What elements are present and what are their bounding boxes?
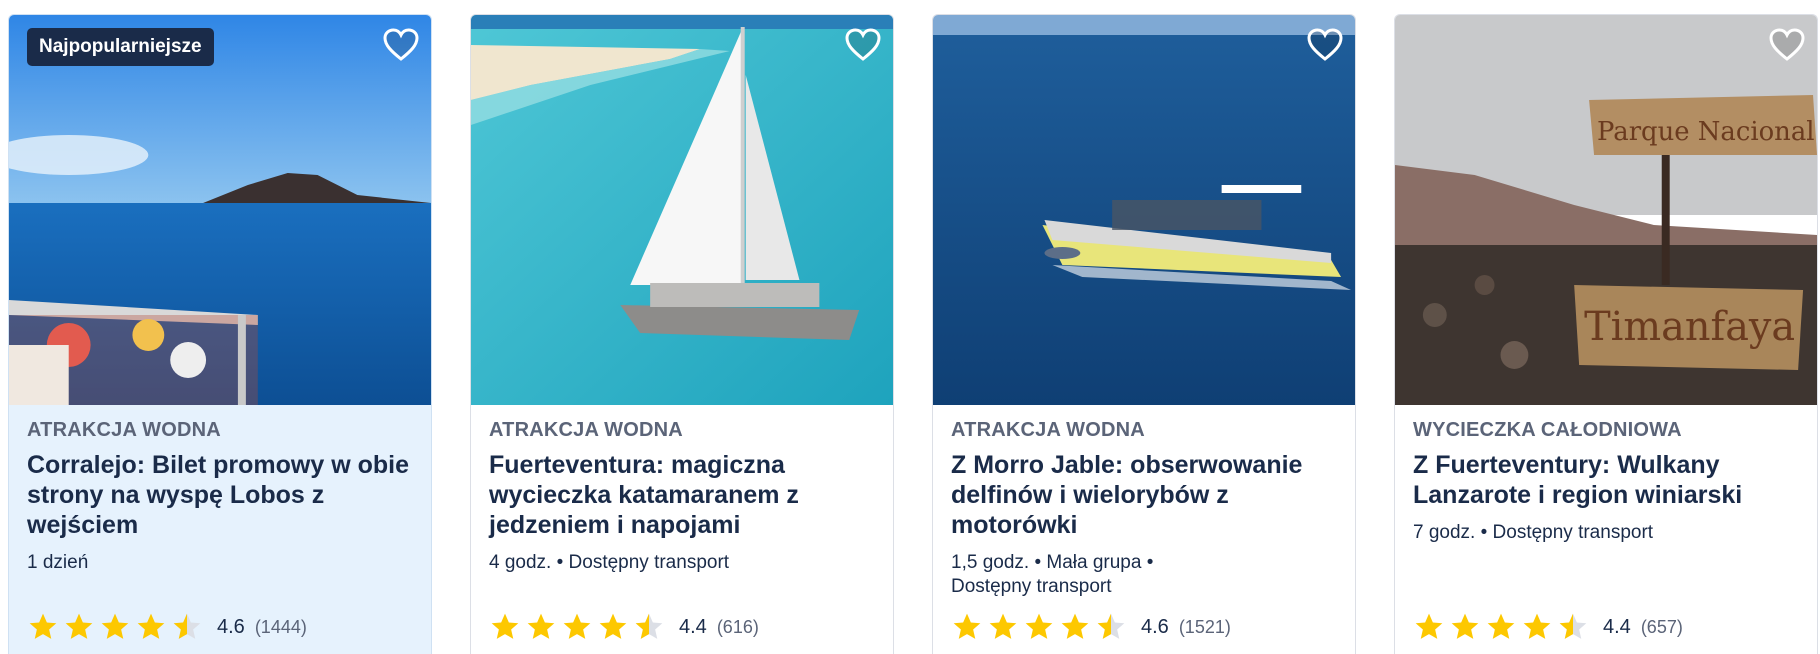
activity-photo[interactable]: Najpopularniejsze — [9, 15, 431, 405]
star-icon — [65, 613, 93, 639]
activity-card[interactable]: Najpopularniejsze ATRAKCJA WODNA Corrale… — [8, 14, 432, 654]
activity-card[interactable]: ATRAKCJA WODNA Z Morro Jable: obserwowan… — [932, 14, 1356, 654]
star-half-icon — [173, 613, 201, 639]
review-count: (1521) — [1178, 616, 1231, 637]
rating-stars — [27, 611, 203, 643]
activity-title[interactable]: Z Morro Jable: obserwowanie delfinów i w… — [951, 450, 1337, 540]
rating: 4.4 (657) — [1413, 611, 1683, 643]
star-icon — [599, 613, 627, 639]
activity-meta: 7 godz. • Dostępny transport — [1413, 522, 1654, 543]
star-icon — [29, 613, 57, 639]
star-icon — [1487, 613, 1515, 639]
heart-icon[interactable] — [1767, 25, 1807, 65]
rating-value: 4.4 — [679, 615, 707, 638]
rating: 4.6 (1521) — [951, 611, 1231, 643]
rating: 4.4 (616) — [489, 611, 759, 643]
activity-title[interactable]: Z Fuerteventury: Wulkany Lanzarote i reg… — [1413, 450, 1799, 510]
star-icon — [1523, 613, 1551, 639]
star-icon — [989, 613, 1017, 639]
activity-category: WYCIECZKA CAŁODNIOWA — [1413, 419, 1682, 441]
review-count: (657) — [1640, 616, 1683, 637]
activity-cards-row: Najpopularniejsze ATRAKCJA WODNA Corrale… — [0, 0, 1820, 654]
star-icon — [137, 613, 165, 639]
activity-meta: 4 godz. • Dostępny transport — [489, 552, 730, 573]
star-half-icon — [635, 613, 663, 639]
star-icon — [101, 613, 129, 639]
activity-meta: 1,5 godz. • Mała grupa • Dostępny transp… — [951, 552, 1154, 597]
review-count: (1444) — [254, 616, 307, 637]
popular-badge: Najpopularniejsze — [27, 28, 214, 66]
rating: 4.6 (1444) — [27, 611, 307, 643]
star-icon — [527, 613, 555, 639]
sign-text: Parque Nacional — [1597, 117, 1814, 147]
activity-title[interactable]: Corralejo: Bilet promowy w obie strony n… — [27, 450, 413, 540]
activity-title[interactable]: Fuerteventura: magiczna wycieczka katama… — [489, 450, 875, 540]
star-icon — [1025, 613, 1053, 639]
star-icon — [1061, 613, 1089, 639]
sign-text-2: Timanfaya — [1584, 304, 1795, 350]
star-icon — [1415, 613, 1443, 639]
rating-stars — [951, 611, 1127, 643]
activity-card[interactable]: Parque Nacional Timanfaya WYCIECZKA CAŁO… — [1394, 14, 1818, 654]
star-icon — [953, 613, 981, 639]
rating-value: 4.6 — [1141, 615, 1169, 638]
heart-icon[interactable] — [381, 25, 421, 65]
star-half-icon — [1559, 613, 1587, 639]
rating-stars — [489, 611, 665, 643]
rating-value: 4.6 — [217, 615, 245, 638]
star-half-icon — [1097, 613, 1125, 639]
activity-photo[interactable] — [933, 15, 1355, 405]
review-count: (616) — [716, 616, 759, 637]
activity-photo[interactable]: Parque Nacional Timanfaya — [1395, 15, 1817, 405]
star-icon — [1451, 613, 1479, 639]
activity-category: ATRAKCJA WODNA — [27, 419, 221, 441]
activity-category: ATRAKCJA WODNA — [489, 419, 683, 441]
star-icon — [491, 613, 519, 639]
heart-icon[interactable] — [1305, 25, 1345, 65]
heart-icon[interactable] — [843, 25, 883, 65]
activity-meta: 1 dzień — [27, 552, 89, 573]
activity-photo[interactable] — [471, 15, 893, 405]
star-icon — [563, 613, 591, 639]
activity-card[interactable]: ATRAKCJA WODNA Fuerteventura: magiczna w… — [470, 14, 894, 654]
activity-category: ATRAKCJA WODNA — [951, 419, 1145, 441]
rating-value: 4.4 — [1603, 615, 1631, 638]
rating-stars — [1413, 611, 1589, 643]
